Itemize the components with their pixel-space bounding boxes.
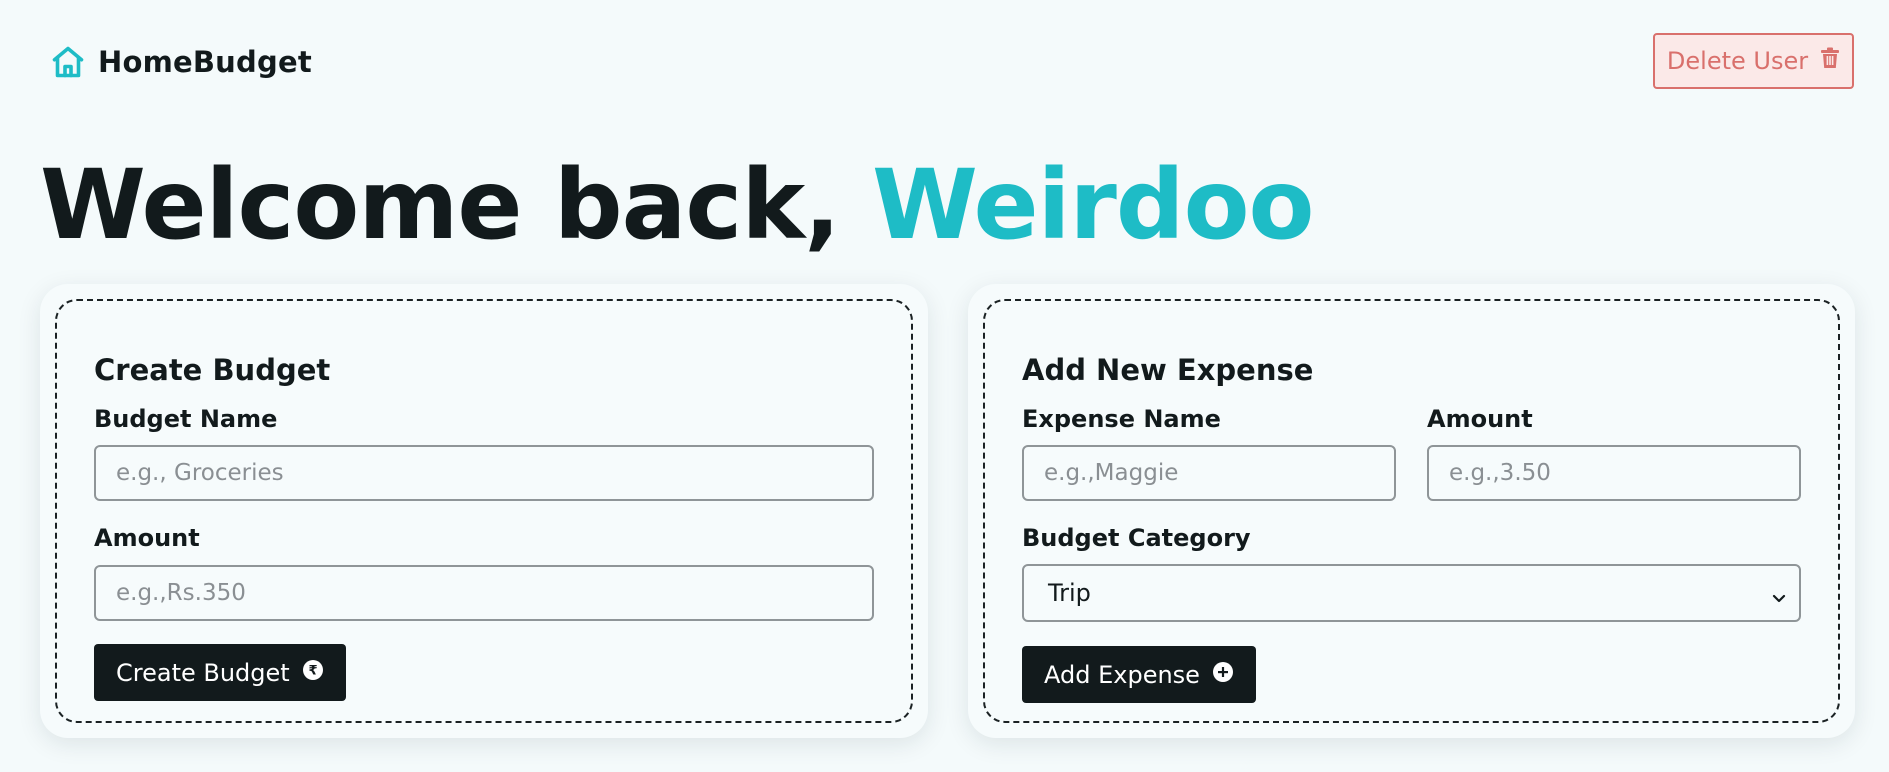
welcome-username: Weirdoo bbox=[872, 149, 1314, 261]
budget-category-value: Trip bbox=[1048, 579, 1091, 607]
budget-category-label: Budget Category bbox=[1022, 524, 1251, 552]
add-expense-button[interactable]: Add Expense bbox=[1022, 646, 1256, 703]
chevron-down-icon bbox=[1771, 584, 1787, 612]
rupee-icon: ₹ bbox=[302, 659, 324, 687]
expense-name-label: Expense Name bbox=[1022, 405, 1221, 433]
create-budget-button[interactable]: Create Budget ₹ bbox=[94, 644, 346, 701]
brand-name: HomeBudget bbox=[98, 45, 312, 79]
budget-amount-label: Amount bbox=[94, 524, 200, 552]
expense-amount-label: Amount bbox=[1427, 405, 1533, 433]
expense-amount-input[interactable] bbox=[1427, 445, 1801, 501]
top-nav: HomeBudget Delete User bbox=[0, 0, 1889, 124]
add-expense-card: Add New Expense Expense Name Amount Budg… bbox=[968, 284, 1855, 738]
delete-user-label: Delete User bbox=[1666, 47, 1809, 75]
create-budget-button-label: Create Budget bbox=[116, 658, 290, 687]
budget-amount-input[interactable] bbox=[94, 565, 874, 621]
brand-link[interactable]: HomeBudget bbox=[50, 42, 312, 82]
add-expense-form: Add New Expense Expense Name Amount Budg… bbox=[983, 299, 1840, 723]
budget-name-input[interactable] bbox=[94, 445, 874, 501]
add-expense-title: Add New Expense bbox=[1022, 353, 1314, 387]
budget-category-select[interactable]: Trip bbox=[1022, 564, 1801, 622]
create-budget-form: Create Budget Budget Name Amount Create … bbox=[55, 299, 913, 723]
add-expense-button-label: Add Expense bbox=[1044, 660, 1200, 689]
create-budget-title: Create Budget bbox=[94, 353, 331, 387]
delete-user-button[interactable]: Delete User bbox=[1653, 33, 1854, 89]
welcome-prefix: Welcome back, bbox=[40, 149, 841, 261]
home-icon bbox=[50, 44, 86, 80]
svg-text:₹: ₹ bbox=[308, 663, 317, 678]
expense-name-input[interactable] bbox=[1022, 445, 1396, 501]
trash-icon bbox=[1820, 47, 1840, 75]
budget-name-label: Budget Name bbox=[94, 405, 278, 433]
welcome-heading: Welcome back, Weirdoo bbox=[40, 149, 1315, 261]
plus-circle-icon bbox=[1212, 661, 1234, 689]
create-budget-card: Create Budget Budget Name Amount Create … bbox=[40, 284, 928, 738]
